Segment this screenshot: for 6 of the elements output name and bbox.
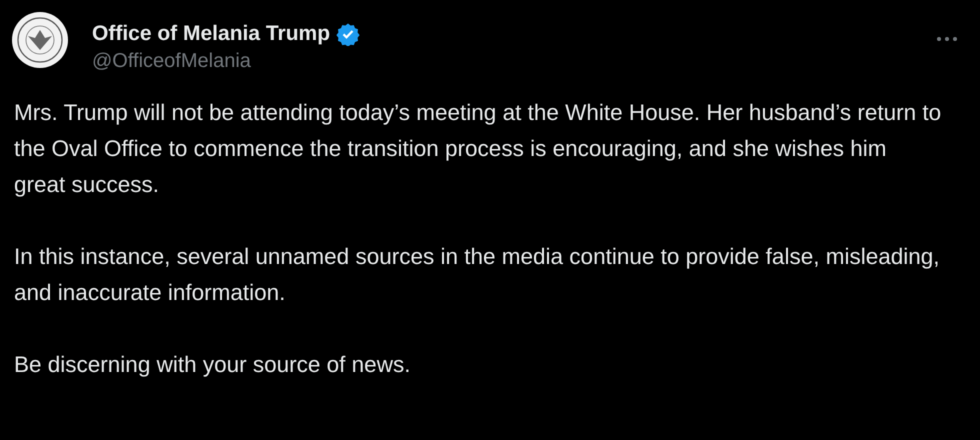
post-paragraph: Be discerning with your source of news. (14, 351, 412, 379)
account-name[interactable]: Office of Melania Trump (92, 22, 330, 46)
account-handle[interactable]: @OfficeofMelania (92, 50, 910, 73)
seal-avatar-icon[interactable] (12, 12, 68, 68)
post-paragraph: In this instance, several unnamed sources in the media continue to provide false, misleading, and inaccurate information. (14, 243, 941, 307)
post-paragraph: Mrs. Trump will not be attending today’s meeting at the White House. Her husband’s return to the Oval Office to commence the transition process is encouraging, and she wishes him great success. (14, 99, 942, 199)
